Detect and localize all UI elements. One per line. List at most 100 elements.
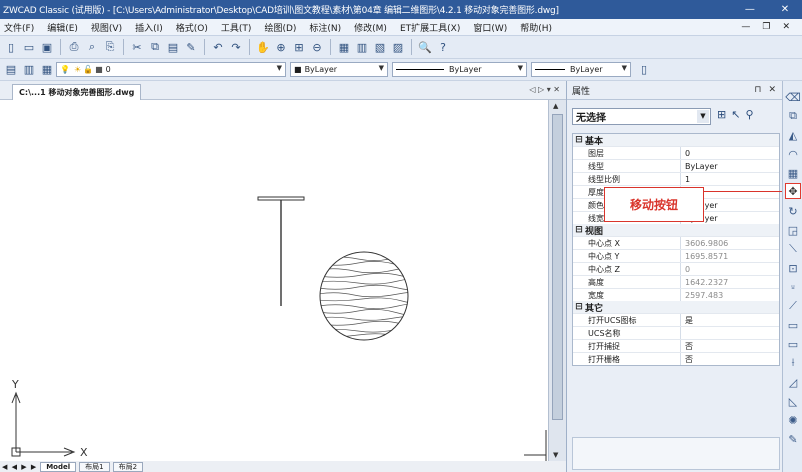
property-row[interactable]: 打开栅格否 xyxy=(573,352,779,365)
properties-icon[interactable]: ▦ xyxy=(336,39,352,55)
vertical-scrollbar[interactable]: ▲ ▼ xyxy=(548,100,566,461)
plot-style-icon[interactable]: ▯ xyxy=(636,62,652,78)
menu-file[interactable]: 文件(F) xyxy=(4,21,34,34)
scale-icon[interactable]: ◲ xyxy=(785,222,801,238)
copy-object-icon[interactable]: ⧉ xyxy=(785,108,801,124)
menu-format[interactable]: 格式(O) xyxy=(176,21,208,34)
cut-icon[interactable]: ✂ xyxy=(129,39,145,55)
trim-icon[interactable]: ⸚ xyxy=(785,279,801,295)
menu-et-tools[interactable]: ET扩展工具(X) xyxy=(400,21,460,34)
zoom-window-icon[interactable]: ⊞ xyxy=(291,39,307,55)
lineweight-select[interactable]: ByLayer ▼ xyxy=(531,62,631,77)
tab-layout2[interactable]: 布局2 xyxy=(112,461,144,472)
copy-icon[interactable]: ⧉ xyxy=(147,39,163,55)
close-button[interactable]: ✕ xyxy=(781,4,789,15)
menu-tools[interactable]: 工具(T) xyxy=(221,21,252,34)
new-file-icon[interactable]: ▯ xyxy=(3,39,19,55)
category-basic[interactable]: ⊟ 基本 xyxy=(573,134,779,147)
design-center-icon[interactable]: ▥ xyxy=(354,39,370,55)
mirror-icon[interactable]: ◭ xyxy=(785,127,801,143)
menu-view[interactable]: 视图(V) xyxy=(91,21,122,34)
property-row[interactable]: 打开UCS图标是 xyxy=(573,313,779,326)
mdi-restore-button[interactable]: ❐ xyxy=(762,22,770,32)
print-icon[interactable]: ⎙ xyxy=(66,39,82,55)
mdi-minimize-button[interactable]: — xyxy=(741,22,750,32)
fillet-icon[interactable]: ◿ xyxy=(785,374,801,390)
document-tab[interactable]: C:\...1 移动对象完善图形.dwg xyxy=(12,84,142,100)
calculator-icon[interactable]: ▨ xyxy=(390,39,406,55)
search-icon[interactable]: 🔍 xyxy=(417,39,433,55)
extend-icon[interactable]: ⟋ xyxy=(785,298,801,314)
paste-icon[interactable]: ▤ xyxy=(165,39,181,55)
property-row[interactable]: UCS名称 xyxy=(573,326,779,339)
mdi-close-button[interactable]: ✕ xyxy=(782,22,790,32)
property-row[interactable]: 打开捕捉否 xyxy=(573,339,779,352)
collapse-icon[interactable]: ⊟ xyxy=(573,135,585,145)
zoom-previous-icon[interactable]: ⊖ xyxy=(309,39,325,55)
open-folder-icon[interactable]: ▭ xyxy=(21,39,37,55)
minimize-button[interactable]: — xyxy=(745,4,755,15)
pin-icon[interactable]: ⊓ xyxy=(754,85,761,95)
property-row[interactable]: 中心点 Z0 xyxy=(573,262,779,275)
save-icon[interactable]: ▣ xyxy=(39,39,55,55)
pan-icon[interactable]: ✋ xyxy=(255,39,271,55)
layout-nav-arrows[interactable]: ◀ ◀ ▶ ▶ xyxy=(2,463,37,471)
selection-dropdown[interactable]: 无选择 ▼ xyxy=(572,108,711,125)
linetype-select[interactable]: ByLayer ▼ xyxy=(392,62,527,77)
layer-manager-icon[interactable]: ▤ xyxy=(3,62,19,78)
drawing-canvas[interactable]: Y X xyxy=(0,100,548,461)
print-preview-icon[interactable]: ⌕ xyxy=(84,39,100,55)
tab-layout1[interactable]: 布局1 xyxy=(79,461,110,472)
join-icon[interactable]: ▭ xyxy=(785,336,801,352)
menu-dimension[interactable]: 标注(N) xyxy=(309,21,341,34)
property-row[interactable]: 中心点 X 3606.9806 xyxy=(573,236,779,249)
move-icon[interactable]: ✥ xyxy=(785,183,801,199)
scroll-up-icon[interactable]: ▲ xyxy=(553,102,558,110)
match-properties-icon[interactable]: ✎ xyxy=(183,39,199,55)
scroll-thumb[interactable] xyxy=(552,114,563,420)
select-objects-icon[interactable]: ↖ xyxy=(731,108,740,121)
undo-icon[interactable]: ↶ xyxy=(210,39,226,55)
property-row[interactable]: 高度 1642.2327 xyxy=(573,275,779,288)
property-row[interactable]: 中心点 Y 1695.8571 xyxy=(573,249,779,262)
publish-icon[interactable]: ⎘ xyxy=(102,39,118,55)
category-view[interactable]: ⊟ 视图 xyxy=(573,224,779,237)
color-select[interactable]: ■ ByLayer ▼ xyxy=(290,62,388,77)
stretch-icon[interactable]: ⟍ xyxy=(785,241,801,257)
redo-icon[interactable]: ↷ xyxy=(228,39,244,55)
quick-select-icon[interactable]: ⚲ xyxy=(745,108,753,121)
erase-icon[interactable]: ⌫ xyxy=(785,89,801,105)
layer-previous-icon[interactable]: ▦ xyxy=(39,62,55,78)
property-row[interactable]: 线型比例 1 xyxy=(573,172,779,185)
property-row[interactable]: 宽度 2597.483 xyxy=(573,288,779,301)
menu-edit[interactable]: 编辑(E) xyxy=(47,21,78,34)
property-row[interactable]: 线型 ByLayer xyxy=(573,159,779,172)
tool-palette-icon[interactable]: ▧ xyxy=(372,39,388,55)
menu-window[interactable]: 窗口(W) xyxy=(473,21,507,34)
edit-icon[interactable]: ✎ xyxy=(785,431,801,447)
rotate-icon[interactable]: ↻ xyxy=(785,203,801,219)
collapse-icon[interactable]: ⊟ xyxy=(573,225,585,235)
close-icon[interactable]: ✕ xyxy=(768,85,776,95)
menu-help[interactable]: 帮助(H) xyxy=(520,21,552,34)
menu-insert[interactable]: 插入(I) xyxy=(135,21,163,34)
tab-navigation[interactable]: ◁ ▷ ▾ ✕ xyxy=(529,85,560,94)
layer-state-icon[interactable]: ▥ xyxy=(21,62,37,78)
category-other[interactable]: ⊟ 其它 xyxy=(573,301,779,314)
offset-icon[interactable]: ◠ xyxy=(785,146,801,162)
fillet-round-icon[interactable]: ◺ xyxy=(785,393,801,409)
menu-draw[interactable]: 绘图(D) xyxy=(264,21,296,34)
tab-model[interactable]: Model xyxy=(40,461,77,472)
array-icon[interactable]: ▦ xyxy=(785,165,801,181)
collapse-icon[interactable]: ⊟ xyxy=(573,302,585,312)
zoom-realtime-icon[interactable]: ⊕ xyxy=(273,39,289,55)
break-icon[interactable]: ▭ xyxy=(785,317,801,333)
explode-icon[interactable]: ✺ xyxy=(785,412,801,428)
property-row[interactable]: 图层 0 xyxy=(573,146,779,159)
layer-select[interactable]: 💡 ☀ 🔓 ■ 0 ▼ xyxy=(56,62,286,77)
menu-modify[interactable]: 修改(M) xyxy=(354,21,387,34)
scroll-down-icon[interactable]: ▼ xyxy=(553,451,558,459)
chamfer-icon[interactable]: ⟊ xyxy=(785,355,801,371)
lengthen-icon[interactable]: ⊡ xyxy=(785,260,801,276)
toggle-pickadd-icon[interactable]: ⊞ xyxy=(717,108,726,121)
